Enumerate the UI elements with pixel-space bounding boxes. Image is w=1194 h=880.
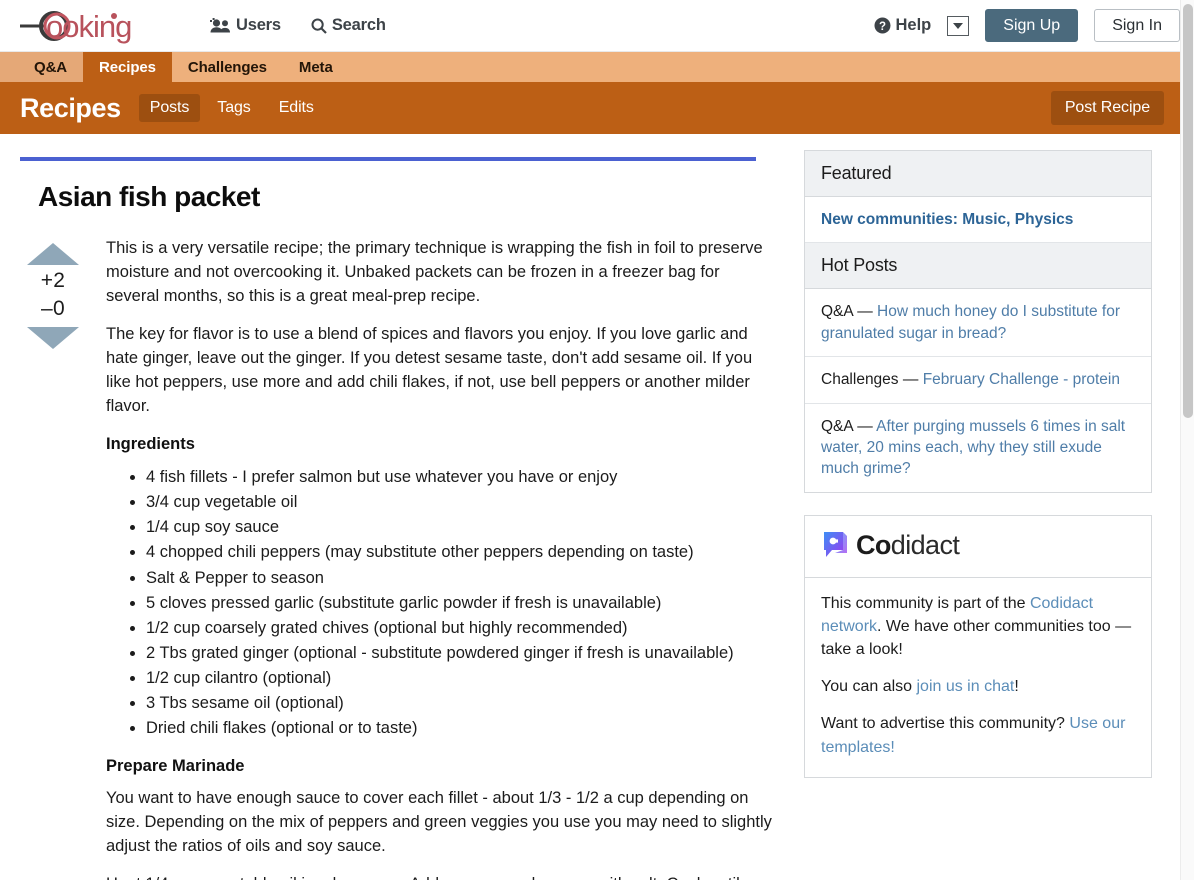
- tab-edits[interactable]: Edits: [268, 94, 325, 122]
- codidact-wordmark: Codidact: [856, 529, 960, 561]
- upvote-triangle-icon[interactable]: [27, 243, 79, 265]
- top-header-actions: ? Help Sign Up Sign In: [874, 8, 1180, 43]
- top-header: ooking Users Search ? Help Sign Up Sign …: [0, 0, 1194, 52]
- featured-hot-card: Featured New communities: Music, Physics…: [804, 150, 1152, 493]
- post-accent-rule: [20, 157, 756, 161]
- main-nav: Users Search: [210, 16, 386, 35]
- featured-row: New communities: Music, Physics: [805, 197, 1151, 244]
- site-logo[interactable]: ooking: [18, 0, 166, 52]
- community-tab-challenges[interactable]: Challenges: [172, 52, 283, 82]
- join-chat-link[interactable]: join us in chat: [916, 678, 1014, 695]
- codidact-paragraph-2: You can also join us in chat!: [821, 675, 1135, 698]
- codidact-name-bold: Co: [856, 529, 891, 560]
- hot-posts-heading: Hot Posts: [805, 243, 1151, 290]
- featured-link[interactable]: New communities: Music, Physics: [821, 211, 1073, 228]
- svg-text:ooking: ooking: [46, 9, 131, 44]
- sidebar: Featured New communities: Music, Physics…: [804, 134, 1152, 880]
- help-label: Help: [895, 16, 932, 34]
- downvote-triangle-icon[interactable]: [27, 327, 79, 350]
- list-item: 3/4 cup vegetable oil: [146, 490, 772, 514]
- post-content: Asian fish packet +2 –0 This is a very v…: [20, 134, 772, 880]
- question-circle-icon: ?: [874, 17, 891, 34]
- hot-post-separator: —: [852, 303, 878, 321]
- upvote-count: +2: [40, 269, 66, 292]
- post-paragraph: The key for flavor is to use a blend of …: [106, 325, 753, 415]
- hot-post-separator: —: [898, 371, 923, 389]
- hot-post-separator: —: [852, 417, 877, 435]
- scrollbar-thumb[interactable]: [1183, 4, 1193, 418]
- list-item: 4 chopped chili peppers (may substitute …: [146, 540, 772, 564]
- hot-post-category: Q&A: [821, 417, 853, 435]
- list-item: Dried chili flakes (optional or to taste…: [146, 716, 772, 740]
- app-frame: ooking Users Search ? Help Sign Up Sign …: [0, 0, 1194, 880]
- codidact-card: Codidact This community is part of the C…: [804, 514, 1152, 778]
- community-tab-recipes[interactable]: Recipes: [83, 52, 172, 82]
- nav-search[interactable]: Search: [311, 16, 386, 35]
- community-nav: Q&A Recipes Challenges Meta: [0, 52, 1180, 82]
- hot-post-link[interactable]: February Challenge - protein: [923, 371, 1120, 388]
- ingredients-list: 4 fish fillets - I prefer salmon but use…: [106, 465, 772, 740]
- list-item: 1/2 cup coarsely grated chives (optional…: [146, 616, 772, 640]
- hot-post-category: Q&A: [821, 303, 853, 321]
- codidact-book-icon: [824, 532, 847, 558]
- downvote-count: –0: [41, 296, 65, 320]
- codidact-p3-a: Want to advertise this community?: [821, 715, 1070, 733]
- chevron-down-icon: [953, 22, 964, 29]
- post-paragraph: This is a very versatile recipe; the pri…: [106, 239, 763, 305]
- hot-post-category: Challenges: [821, 371, 899, 389]
- codidact-name-rest: didact: [890, 529, 960, 560]
- list-item: 4 fish fillets - I prefer salmon but use…: [146, 465, 772, 489]
- codidact-paragraph-1: This community is part of the Codidact n…: [821, 592, 1135, 662]
- codidact-p1-a: This community is part of the: [821, 594, 1030, 612]
- vote-widget: +2 –0: [20, 235, 86, 880]
- tab-tags[interactable]: Tags: [206, 94, 261, 122]
- post-paragraph: You want to have enough sauce to cover e…: [106, 789, 772, 855]
- hot-post-item: Q&A — After purging mussels 6 times in s…: [805, 404, 1151, 492]
- post-main-row: +2 –0 This is a very versatile recipe; t…: [20, 235, 772, 880]
- list-item: Salt & Pepper to season: [146, 566, 772, 590]
- post-body: This is a very versatile recipe; the pri…: [86, 235, 772, 880]
- community-tab-qa[interactable]: Q&A: [18, 52, 84, 82]
- codidact-paragraph-3: Want to advertise this community? Use ou…: [821, 712, 1135, 758]
- post-recipe-button[interactable]: Post Recipe: [1050, 91, 1164, 125]
- list-item: 3 Tbs sesame oil (optional): [146, 691, 772, 715]
- marinade-heading: Prepare Marinade: [106, 757, 245, 776]
- hot-post-item: Q&A — How much honey do I substitute for…: [805, 289, 1151, 358]
- list-item: 5 cloves pressed garlic (substitute garl…: [146, 591, 772, 615]
- list-item: 1/2 cup cilantro (optional): [146, 666, 772, 690]
- sign-up-button[interactable]: Sign Up: [985, 8, 1079, 43]
- codidact-p2-b: !: [1014, 678, 1019, 696]
- sign-in-button[interactable]: Sign In: [1094, 8, 1180, 43]
- codidact-header: Codidact: [805, 516, 1151, 578]
- section-title: Recipes: [20, 92, 121, 123]
- svg-text:?: ?: [878, 21, 885, 33]
- community-tab-meta[interactable]: Meta: [283, 52, 349, 82]
- list-item: 2 Tbs grated ginger (optional - substitu…: [146, 641, 772, 665]
- section-header: Recipes Posts Tags Edits Post Recipe: [0, 82, 1180, 134]
- help-link[interactable]: ? Help: [874, 16, 932, 35]
- nav-users-label: Users: [236, 16, 281, 34]
- post-paragraph: Heat 1/4 cup vegetable oil in a large pa…: [106, 873, 772, 880]
- ingredients-heading: Ingredients: [106, 435, 195, 454]
- page-scrollbar[interactable]: [1180, 0, 1194, 880]
- users-icon: [210, 18, 231, 33]
- featured-heading: Featured: [805, 151, 1151, 197]
- codidact-body: This community is part of the Codidact n…: [805, 578, 1151, 777]
- nav-users[interactable]: Users: [210, 16, 281, 35]
- page-body: Asian fish packet +2 –0 This is a very v…: [0, 134, 1180, 880]
- community-nav-spacer: [0, 52, 18, 82]
- tab-posts[interactable]: Posts: [138, 94, 201, 122]
- nav-search-label: Search: [331, 16, 386, 34]
- header-dropdown-button[interactable]: [947, 15, 970, 36]
- page-title: Asian fish packet: [38, 181, 260, 212]
- list-item: 1/4 cup soy sauce: [146, 515, 772, 539]
- codidact-p2-a: You can also: [821, 678, 917, 696]
- hot-post-item: Challenges — February Challenge - protei…: [805, 357, 1151, 404]
- search-icon: [311, 18, 327, 34]
- spoon-logo-icon: ooking: [20, 9, 132, 44]
